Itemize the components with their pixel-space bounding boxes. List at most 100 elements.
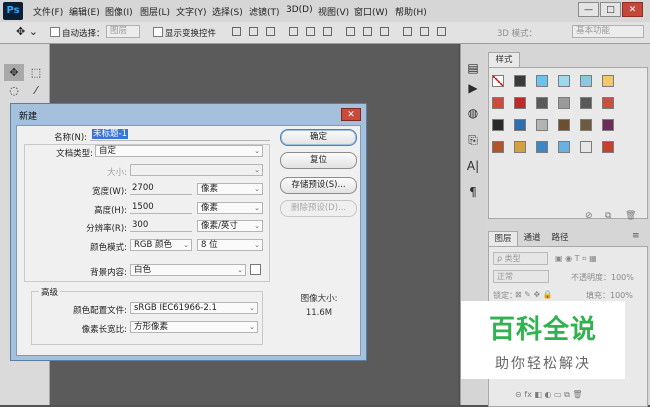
style-swatch[interactable] xyxy=(580,119,592,131)
auto-select-checkbox[interactable] xyxy=(50,27,60,37)
style-swatch[interactable] xyxy=(536,97,548,109)
distribute-bottom-icon[interactable] xyxy=(380,27,389,36)
style-swatch[interactable] xyxy=(536,141,548,153)
width-input[interactable]: 2700 xyxy=(130,183,192,195)
style-swatch[interactable] xyxy=(580,141,592,153)
clear-style-icon[interactable]: ⊘ xyxy=(585,211,593,221)
style-swatch[interactable] xyxy=(536,75,548,87)
ok-button[interactable]: 确定 xyxy=(280,129,357,146)
menu-3d[interactable]: 3D(D) xyxy=(286,5,313,15)
opacity-field[interactable]: 不透明度：100% xyxy=(571,272,634,283)
auto-select-label: 自动选择： xyxy=(62,29,105,39)
history-icon[interactable]: ▤ xyxy=(465,60,481,76)
distribute-vcenter-icon[interactable] xyxy=(363,27,372,36)
menu-edit[interactable]: 编辑(E) xyxy=(69,5,100,18)
menu-image[interactable]: 图像(I) xyxy=(105,5,133,18)
auto-select-target[interactable]: 图层 xyxy=(106,25,140,38)
menu-window[interactable]: 窗口(W) xyxy=(354,5,388,18)
menu-file[interactable]: 文件(F) xyxy=(33,5,63,18)
style-swatch-none[interactable] xyxy=(492,75,504,87)
distribute-hcenter-icon[interactable] xyxy=(420,27,429,36)
character-icon[interactable]: A| xyxy=(465,158,481,174)
layer-filter-icons[interactable]: ▣ ◉ T ⌗ ▦ xyxy=(555,254,597,264)
distribute-top-icon[interactable] xyxy=(346,27,355,36)
menu-filter[interactable]: 滤镜(T) xyxy=(249,5,280,18)
lock-label: 锁定： xyxy=(493,291,517,300)
restore-button[interactable]: □ xyxy=(600,2,621,17)
color-mode-select[interactable]: RGB 颜色 ⌄ xyxy=(130,239,192,251)
style-swatch[interactable] xyxy=(514,75,526,87)
style-swatch[interactable] xyxy=(558,119,570,131)
save-preset-button[interactable]: 存储预设(S)... xyxy=(280,177,357,194)
tab-styles[interactable]: 样式 xyxy=(488,52,520,68)
reset-button[interactable]: 复位 xyxy=(280,152,357,169)
lasso-tool-icon[interactable]: ◌ xyxy=(4,82,24,99)
workspace-select[interactable]: 基本功能 xyxy=(572,25,644,38)
resolution-unit-select[interactable]: 像素/英寸 ⌄ xyxy=(197,220,263,232)
style-swatch[interactable] xyxy=(558,97,570,109)
panel-menu-icon[interactable]: ≡ xyxy=(632,231,640,241)
preset-select[interactable]: 自定 ⌄ xyxy=(95,145,263,157)
style-swatch[interactable] xyxy=(536,119,548,131)
magic-wand-tool-icon[interactable]: ⁄ xyxy=(26,82,46,99)
align-right-icon[interactable] xyxy=(323,27,332,36)
align-top-icon[interactable] xyxy=(232,27,241,36)
name-input[interactable]: 未标题-1 xyxy=(90,129,270,141)
tab-channels[interactable]: 通道 xyxy=(518,231,546,246)
close-window-button[interactable]: ✕ xyxy=(622,2,643,17)
actions-icon[interactable]: ▶ xyxy=(465,80,481,96)
bit-depth-select[interactable]: 8 位 ⌄ xyxy=(197,239,263,251)
paragraph-icon[interactable]: ¶ xyxy=(465,184,481,200)
fill-field[interactable]: 填充：100% xyxy=(586,290,633,301)
style-swatch[interactable] xyxy=(514,141,526,153)
align-hcenter-icon[interactable] xyxy=(306,27,315,36)
style-swatch[interactable] xyxy=(580,75,592,87)
style-swatch[interactable] xyxy=(602,141,614,153)
show-transform-checkbox[interactable] xyxy=(153,27,163,37)
style-swatch[interactable] xyxy=(492,141,504,153)
delete-style-icon[interactable]: 🗑 xyxy=(625,211,636,221)
clone-source-icon[interactable]: ⎘ xyxy=(465,132,481,148)
distribute-right-icon[interactable] xyxy=(437,27,446,36)
tab-layers[interactable]: 图层 xyxy=(488,231,518,247)
menu-view[interactable]: 视图(V) xyxy=(318,5,349,18)
move-tool-icon[interactable]: ✥ ⌄ xyxy=(16,25,38,38)
height-unit-select[interactable]: 像素 ⌄ xyxy=(197,202,263,214)
style-swatch[interactable] xyxy=(602,75,614,87)
background-select[interactable]: 白色 ⌄ xyxy=(130,264,246,276)
tab-paths[interactable]: 路径 xyxy=(546,231,574,246)
menu-type[interactable]: 文字(Y) xyxy=(176,5,207,18)
menu-select[interactable]: 选择(S) xyxy=(212,5,243,18)
style-swatch[interactable] xyxy=(514,97,526,109)
blend-mode-select[interactable]: 正常 xyxy=(493,270,549,283)
pixel-aspect-select[interactable]: 方形像素 ⌄ xyxy=(130,321,258,333)
dialog-close-button[interactable]: ✕ xyxy=(341,108,361,121)
menu-layer[interactable]: 图层(L) xyxy=(140,5,170,18)
menu-help[interactable]: 帮助(H) xyxy=(395,5,427,18)
style-swatch[interactable] xyxy=(514,119,526,131)
marquee-tool-icon[interactable]: ⬚ xyxy=(26,64,46,81)
layer-actions-icons[interactable]: ⊝ fx ◧ ◐ ▭ ⧉ 🗑 xyxy=(515,390,582,400)
width-unit-select[interactable]: 像素 ⌄ xyxy=(197,183,263,195)
distribute-left-icon[interactable] xyxy=(403,27,412,36)
lock-icons[interactable]: ⊠ ✎ ✥ 🔒 xyxy=(515,290,553,299)
height-input[interactable]: 1500 xyxy=(130,202,192,214)
resolution-input[interactable]: 300 xyxy=(130,220,192,232)
style-swatch[interactable] xyxy=(558,141,570,153)
layer-filter-kind[interactable]: ρ 类型 xyxy=(493,252,548,265)
move-tool-icon[interactable]: ✥ xyxy=(4,64,24,81)
style-swatch[interactable] xyxy=(558,75,570,87)
background-color-swatch[interactable] xyxy=(250,264,261,275)
minimize-button[interactable]: — xyxy=(578,2,599,17)
style-swatch[interactable] xyxy=(492,97,504,109)
style-swatch[interactable] xyxy=(580,97,592,109)
style-swatch[interactable] xyxy=(602,97,614,109)
style-swatch[interactable] xyxy=(602,119,614,131)
align-left-icon[interactable] xyxy=(289,27,298,36)
align-bottom-icon[interactable] xyxy=(266,27,275,36)
adjustments-icon[interactable]: ◍ xyxy=(465,105,481,121)
new-style-icon[interactable]: ⧉ xyxy=(605,211,611,221)
align-vcenter-icon[interactable] xyxy=(249,27,258,36)
style-swatch[interactable] xyxy=(492,119,504,131)
color-profile-select[interactable]: sRGB IEC61966-2.1 ⌄ xyxy=(130,302,258,314)
